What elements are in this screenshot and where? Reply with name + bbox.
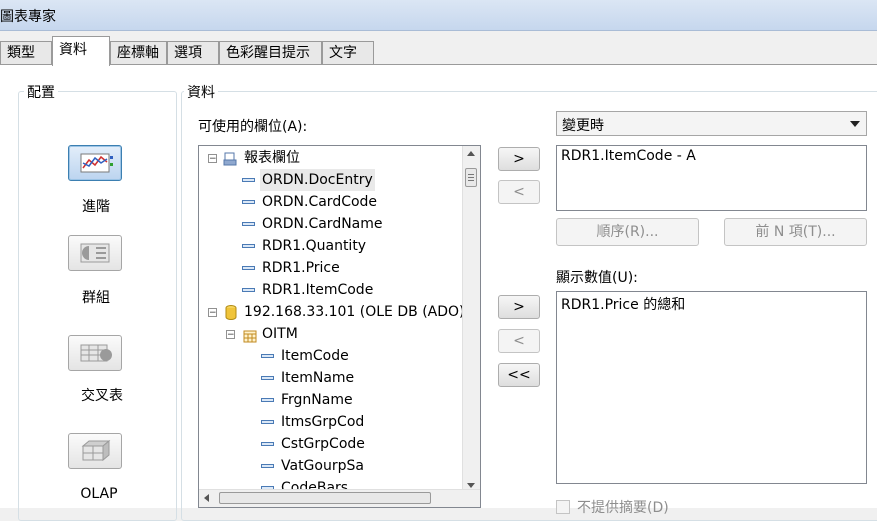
field-icon	[242, 288, 255, 292]
tree-node[interactable]: − 報表欄位	[199, 147, 465, 169]
line-chart-icon	[80, 153, 113, 173]
title-bar: 圖表專家	[0, 0, 877, 31]
scroll-thumb[interactable]	[465, 168, 477, 187]
on-change-item[interactable]: RDR1.ItemCode - A	[561, 148, 696, 164]
group-label: 群組	[82, 290, 110, 306]
remove-field-button[interactable]: <	[498, 180, 540, 204]
crosstab-icon	[80, 344, 112, 362]
tree-node-label: RDR1.Quantity	[262, 238, 367, 254]
data-group-title: 資料	[184, 82, 218, 102]
field-icon	[242, 178, 255, 182]
crosstab-layout-button[interactable]	[68, 335, 122, 371]
field-icon	[261, 442, 274, 446]
group-layout-button[interactable]	[68, 235, 122, 271]
tab-options[interactable]: 選項	[167, 41, 219, 65]
olap-label: OLAP	[80, 486, 118, 502]
tree-node[interactable]: ItemName	[199, 367, 465, 389]
tree-node-label: ItmsGrpCod	[281, 414, 365, 430]
advanced-layout-button[interactable]	[68, 145, 122, 181]
tree-node[interactable]: ItmsGrpCod	[199, 411, 465, 433]
crosstab-label: 交叉表	[81, 388, 123, 404]
hscroll-thumb[interactable]	[219, 492, 431, 504]
horizontal-scrollbar[interactable]	[199, 489, 480, 507]
scroll-down-icon[interactable]	[467, 483, 475, 488]
on-change-selected: 變更時	[562, 118, 604, 134]
available-fields-tree[interactable]: − 報表欄位 ORDN.DocEntry ORDN.CardCode ORDN.Card…	[198, 145, 481, 508]
field-icon	[242, 266, 255, 270]
field-icon	[261, 354, 274, 358]
field-icon	[242, 200, 255, 204]
tree-node[interactable]: RDR1.Quantity	[199, 235, 465, 257]
field-icon	[242, 222, 255, 226]
order-button[interactable]: 順序(R)...	[556, 218, 699, 246]
add-value-button[interactable]: >	[498, 295, 540, 319]
on-change-list[interactable]: RDR1.ItemCode - A	[556, 145, 867, 211]
tree-node-label: 192.168.33.101 (OLE DB (ADO)	[244, 304, 465, 320]
tree-node-label: RDR1.ItemCode	[262, 282, 374, 298]
tab-data[interactable]: 資料	[52, 36, 110, 66]
no-summary-checkbox[interactable]	[556, 500, 570, 514]
tree-node[interactable]: ORDN.CardName	[199, 213, 465, 235]
tree-node-label: ORDN.CardCode	[262, 194, 378, 210]
tree-node-label: ORDN.CardName	[262, 216, 383, 232]
field-icon	[261, 420, 274, 424]
tree-node-label: RDR1.Price	[262, 260, 340, 276]
tree-node[interactable]: ORDN.DocEntry	[199, 169, 465, 191]
add-field-button[interactable]: >	[498, 147, 540, 171]
tree-node-label: VatGourpSa	[281, 458, 364, 474]
tree-node[interactable]: ORDN.CardCode	[199, 191, 465, 213]
top-n-button[interactable]: 前 N 項(T)...	[724, 218, 867, 246]
olap-cube-icon	[81, 439, 111, 462]
tab-axes[interactable]: 座標軸	[110, 41, 167, 65]
collapse-toggle-icon[interactable]: −	[208, 154, 217, 164]
tree-node[interactable]: VatGourpSa	[199, 455, 465, 477]
tree-node-label: OITM	[262, 326, 298, 342]
olap-layout-button[interactable]	[68, 433, 122, 469]
tree-node-label: ItemCode	[281, 348, 349, 364]
window-title: 圖表專家	[0, 9, 56, 25]
tree-node[interactable]: ItemCode	[199, 345, 465, 367]
remove-value-button[interactable]: <	[498, 329, 540, 353]
show-values-list[interactable]: RDR1.Price 的總和	[556, 291, 867, 484]
show-values-label: 顯示數值(U):	[556, 270, 638, 286]
tree-node-label: ORDN.DocEntry	[260, 169, 375, 191]
scroll-left-icon[interactable]	[204, 494, 209, 502]
vertical-scrollbar[interactable]	[462, 146, 480, 507]
on-change-select[interactable]: 變更時	[556, 111, 867, 136]
tree-node[interactable]: − 192.168.33.101 (OLE DB (ADO)	[199, 301, 465, 323]
tab-strip: 類型 資料 座標軸 選項 色彩醒目提示 文字	[0, 36, 877, 66]
group-chart-icon	[80, 243, 110, 263]
no-summary-label: 不提供摘要(D)	[577, 500, 669, 516]
field-icon	[261, 398, 274, 402]
tree-node-label: 報表欄位	[244, 150, 300, 166]
advanced-label: 進階	[82, 199, 110, 215]
tree-node[interactable]: CstGrpCode	[199, 433, 465, 455]
scroll-up-icon[interactable]	[467, 151, 475, 156]
tree-node[interactable]: RDR1.Price	[199, 257, 465, 279]
tab-color-highlight[interactable]: 色彩醒目提示	[219, 41, 322, 65]
field-icon	[242, 244, 255, 248]
tree-node-label: CstGrpCode	[281, 436, 365, 452]
field-icon	[261, 464, 274, 468]
tree-node[interactable]: − OITM	[199, 323, 465, 345]
tree-node[interactable]: FrgnName	[199, 389, 465, 411]
tab-type[interactable]: 類型	[0, 41, 52, 65]
collapse-toggle-icon[interactable]: −	[226, 330, 235, 340]
tree-node-label: FrgnName	[281, 392, 353, 408]
tab-text[interactable]: 文字	[322, 41, 374, 65]
tree-node[interactable]: RDR1.ItemCode	[199, 279, 465, 301]
field-icon	[261, 376, 274, 380]
tree-node-label: ItemName	[281, 370, 355, 386]
chevron-down-icon	[850, 121, 860, 127]
layout-group-title: 配置	[24, 82, 58, 102]
remove-all-values-button[interactable]: <<	[498, 363, 540, 387]
show-value-item[interactable]: RDR1.Price 的總和	[561, 294, 685, 314]
collapse-toggle-icon[interactable]: −	[208, 308, 217, 318]
available-fields-label: 可使用的欄位(A):	[198, 119, 308, 135]
